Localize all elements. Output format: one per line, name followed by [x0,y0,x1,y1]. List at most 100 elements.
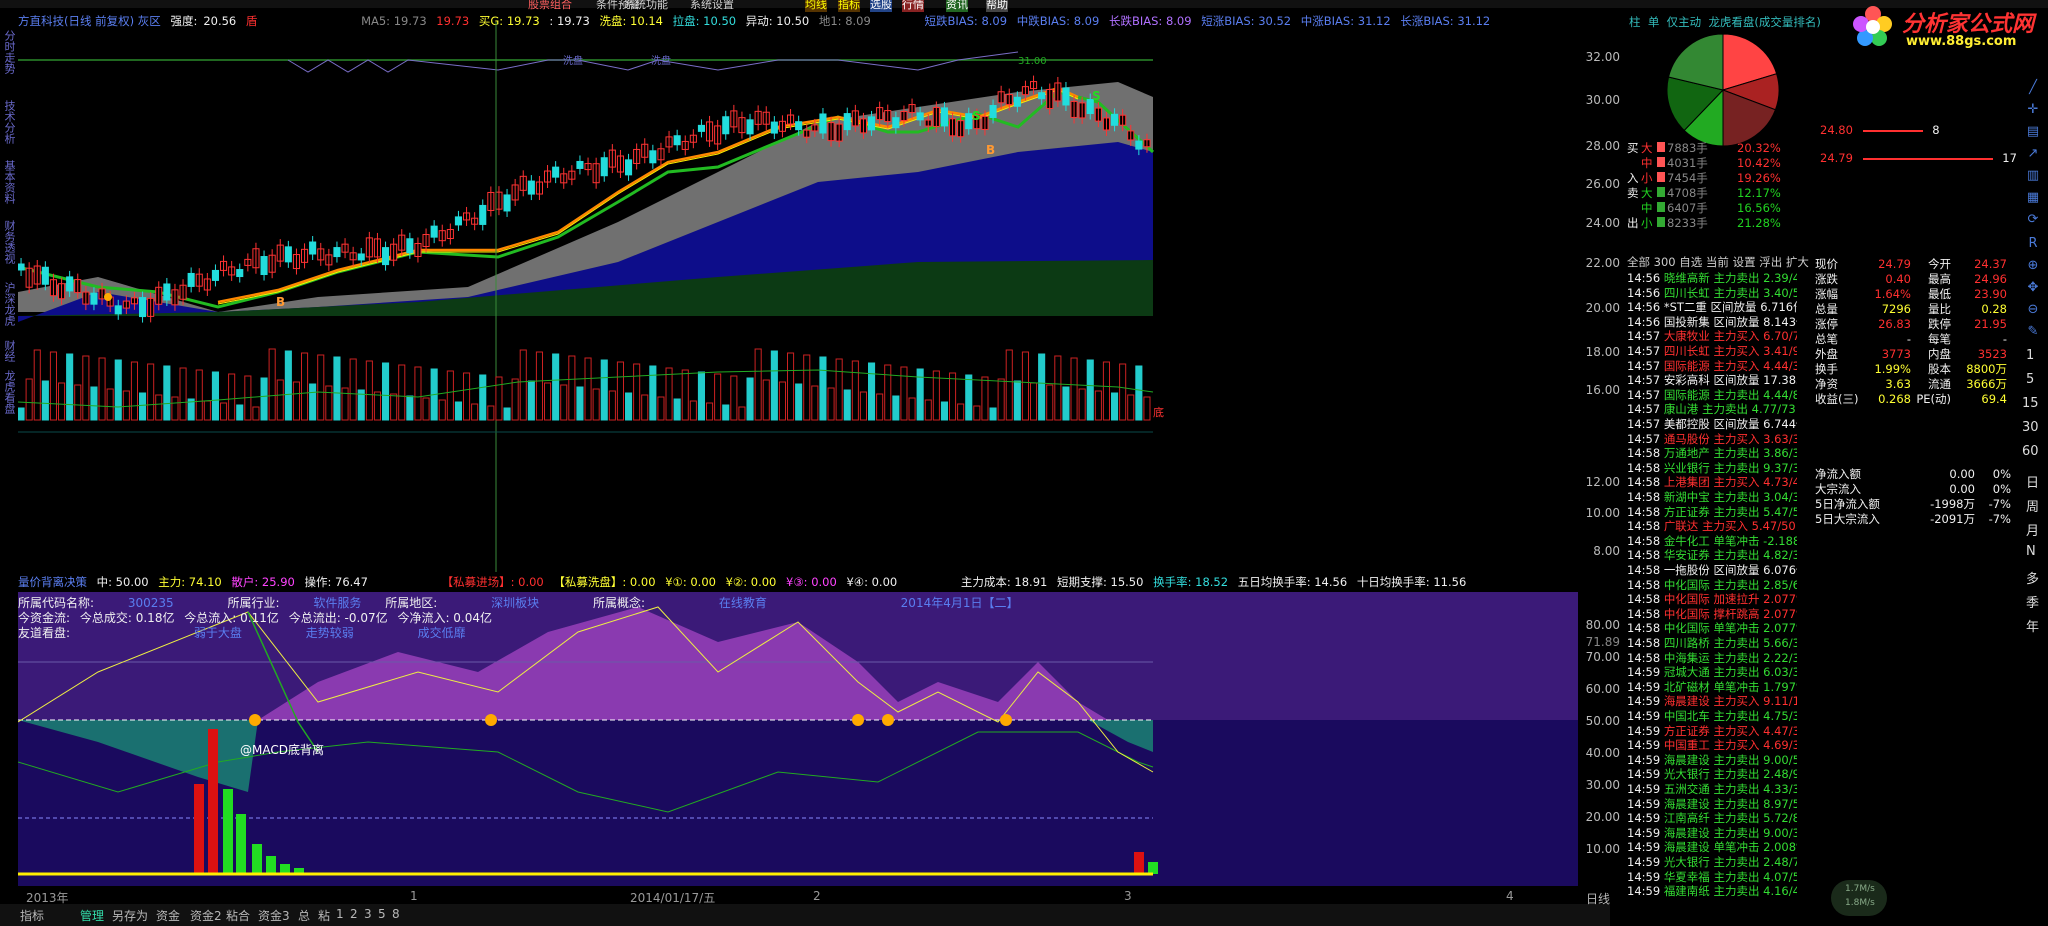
menu-item-system[interactable]: 系统功能 [624,0,668,12]
news-header-item[interactable]: 全部 [1627,255,1650,269]
news-item[interactable]: 14:59 北矿磁材 单笔冲击 1.797% [1627,679,1797,695]
pencil-icon[interactable]: ✎ [2024,324,2042,342]
news-item[interactable]: 14:57 国际能源 主力卖出 4.44/80 [1627,387,1797,403]
news-item[interactable]: 14:58 中化国际 加速拉升 2.077% [1627,591,1797,607]
period-month[interactable]: 月 [2026,520,2039,539]
menu-item-settings[interactable]: 系统设置 [690,0,734,12]
news-item[interactable]: 14:59 海晨建设 单笔冲击 2.008% [1627,839,1797,855]
news-item[interactable]: 14:58 四川路桥 主力卖出 5.66/30 [1627,635,1797,651]
tab-dragon-watch[interactable]: 龙虎看盘 [2,370,16,414]
period-day[interactable]: 日 [2026,472,2039,491]
news-item[interactable]: 14:59 海晨建设 主力卖出 9.00/30 [1627,825,1797,841]
news-item[interactable]: 14:59 方正证券 主力买入 4.47/31 [1627,723,1797,739]
news-item[interactable]: 14:58 新湖中宝 主力卖出 3.04/30 [1627,489,1797,505]
period-year[interactable]: 年 [2026,616,2039,635]
indicator-icon[interactable]: ▥ [2024,168,2042,186]
period-60min[interactable]: 60 [2022,444,2039,459]
news-item[interactable]: 14:59 冠城大通 主力卖出 6.03/39 [1627,664,1797,680]
tab-period-1[interactable]: 1 [336,907,344,921]
tab-fund2[interactable]: 资金2 [190,907,222,924]
badge-ma[interactable]: 均线 [805,0,827,12]
news-item[interactable]: 14:58 一拖股份 区间放量 6.076倍 [1627,562,1797,578]
news-item[interactable]: 14:59 光大银行 主力卖出 2.48/90 [1627,766,1797,782]
draw-line-icon[interactable]: ╱ [2024,80,2042,98]
menu-item-portfolio[interactable]: 股票组合 [528,0,572,12]
news-item[interactable]: 14:59 中国重工 主力买入 4.69/33 [1627,737,1797,753]
news-header-item[interactable]: 自选 [1679,255,1702,269]
rsi-icon[interactable]: R [2024,236,2042,254]
badge-indicator[interactable]: 指标 [838,0,860,12]
news-item[interactable]: 14:56 国投新集 区间放量 8.143倍 [1627,314,1797,330]
news-item[interactable]: 14:57 康山港 主力卖出 4.77/73 [1627,401,1796,417]
period-multi[interactable]: 多 [2026,568,2039,587]
news-item[interactable]: 14:57 国际能源 主力买入 4.44/39 [1627,358,1797,374]
news-item[interactable]: 14:59 中国北车 主力卖出 4.75/39 [1627,708,1797,724]
news-item[interactable]: 14:59 江南高纤 主力卖出 5.72/83 [1627,810,1797,826]
news-item[interactable]: 14:59 华夏幸福 主力卖出 4.07/51 [1627,869,1797,885]
tab-save-as[interactable]: 另存为 [112,907,148,924]
news-item[interactable]: 14:58 方正证券 主力卖出 5.47/50 [1627,504,1797,520]
tab-indicator[interactable]: 指标 [20,907,44,924]
news-item[interactable]: 14:58 华安证券 主力卖出 4.82/30 [1627,547,1797,563]
news-header-item[interactable]: 浮出 [1759,255,1782,269]
tab-technical[interactable]: 技术分析 [2,100,16,144]
period-30min[interactable]: 30 [2022,420,2039,435]
move-icon[interactable]: ✥ [2024,280,2042,298]
news-header-item[interactable]: 当前 [1706,255,1729,269]
tab-manage[interactable]: 管理 [80,907,104,924]
trend-icon[interactable]: ↗ [2024,146,2042,164]
news-header-item[interactable]: 扩大 [1786,255,1809,269]
tab-fundamentals[interactable]: 基本资料 [2,160,16,204]
period-5min[interactable]: 5 [2026,372,2034,387]
news-item[interactable]: 14:59 五洲交通 主力卖出 4.33/30 [1627,781,1797,797]
news-item[interactable]: 14:58 中化国际 主力卖出 2.85/60 [1627,577,1797,593]
tab-period-5[interactable]: 5 [378,907,386,921]
news-item[interactable]: 14:57 美都控股 区间放量 6.744倍 [1627,416,1797,432]
news-item[interactable]: 14:57 通马股份 主力买入 3.63/30 [1627,431,1797,447]
pie-header-item[interactable]: 仅主动 [1667,15,1702,29]
tab-fund3[interactable]: 资金3 [258,907,290,924]
news-item[interactable]: 14:56 晓维高新 主力卖出 2.39/44 [1627,270,1797,286]
news-item[interactable]: 14:59 海晨建设 主力买入 9.11/10 [1627,693,1797,709]
news-item[interactable]: 14:57 四川长虹 主力买入 3.41/97 [1627,343,1797,359]
tab-glue2[interactable]: 粘 [318,907,330,924]
news-item[interactable]: 14:57 安彩高科 区间放量 17.385倍 [1627,372,1797,388]
tab-glue[interactable]: 粘合 [226,907,250,924]
tab-period-2[interactable]: 2 [350,907,358,921]
news-item[interactable]: 14:59 海晨建设 主力卖出 9.00/51 [1627,752,1797,768]
news-item[interactable]: 14:58 上港集团 主力买入 4.73/43 [1627,474,1797,490]
pie-header-item[interactable]: 龙虎看盘(成交量排名) [1708,15,1820,29]
tab-fund[interactable]: 资金 [156,907,180,924]
news-item[interactable]: 14:57 大康牧业 主力买入 6.70/70 [1627,328,1797,344]
news-item[interactable]: 14:58 中海集运 主力卖出 2.22/31 [1627,650,1797,666]
period-season[interactable]: 季 [2026,592,2039,611]
news-item[interactable]: 14:58 金牛化工 单笔冲击 -2.188% [1627,533,1797,549]
tab-total[interactable]: 总 [298,907,310,924]
badge-help[interactable]: 帮助 [986,0,1008,12]
crosshair-icon[interactable]: ✛ [2024,102,2042,120]
tab-news[interactable]: 财经 [2,340,16,362]
period-n[interactable]: N [2026,544,2036,559]
badge-news[interactable]: 资讯 [946,0,968,12]
pie-header-item[interactable]: 柱 [1629,15,1641,29]
period-week[interactable]: 周 [2026,496,2039,515]
price-volume-chart[interactable]: B B S S 31.00 洗盘 洗盘 底 [18,22,1608,572]
refresh-icon[interactable]: ⟳ [2024,212,2042,230]
chart-icon[interactable]: ▤ [2024,124,2042,142]
tab-period-8[interactable]: 8 [392,907,400,921]
news-item[interactable]: 14:56 四川长虹 主力卖出 3.40/53 [1627,285,1797,301]
news-item[interactable]: 14:58 中化国际 单笔冲击 2.077% [1627,620,1797,636]
zoom-out-icon[interactable]: ⊖ [2024,302,2042,320]
pie-header-item[interactable]: 单 [1648,15,1660,29]
tab-dragon[interactable]: 沪深龙虎 [2,282,16,326]
news-item[interactable]: 14:58 广联达 主力买入 5.47/50 [1627,518,1796,534]
news-item[interactable]: 14:58 万通地产 主力卖出 3.86/31 [1627,445,1797,461]
period-1min[interactable]: 1 [2026,348,2034,363]
tab-finance[interactable]: 财务透视 [2,220,16,264]
tab-intraday[interactable]: 分时走势 [2,30,16,74]
news-header-item[interactable]: 300 [1654,255,1676,269]
news-item[interactable]: 14:56 *ST二重 区间放量 6.716倍 [1627,299,1797,315]
news-item[interactable]: 14:58 中化国际 撑杆跳高 2.077% [1627,606,1797,622]
badge-select[interactable]: 选股 [870,0,892,12]
news-header-item[interactable]: 设置 [1733,255,1756,269]
